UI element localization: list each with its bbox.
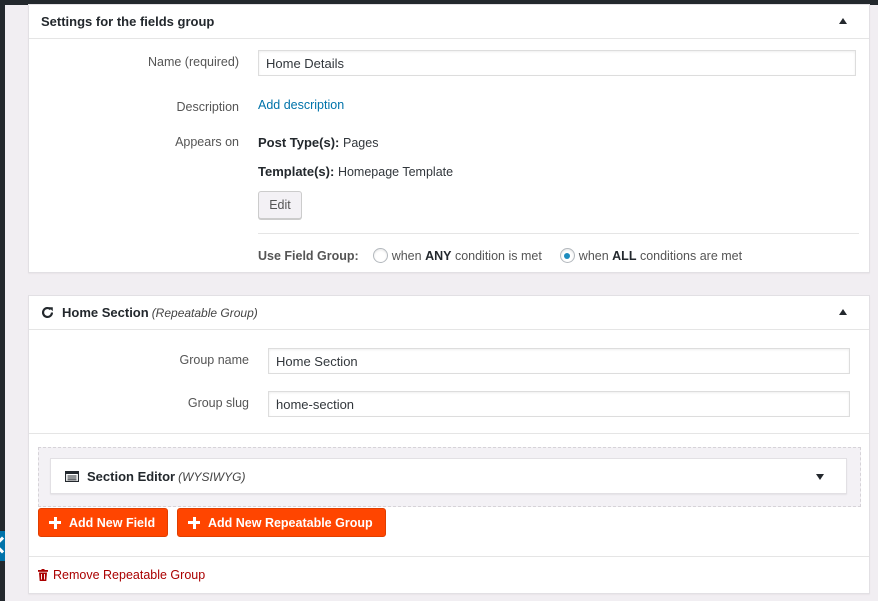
repeatable-box-title: Home Section (Repeatable Group) (62, 305, 258, 320)
use-field-group-label: Use Field Group: (258, 248, 359, 263)
edit-conditions-button[interactable]: Edit (258, 191, 302, 219)
repeatable-box-header[interactable]: Home Section (Repeatable Group) (29, 296, 869, 330)
divider (29, 433, 869, 434)
group-name-label: Group name (179, 353, 249, 367)
divider (29, 556, 869, 557)
radio-all-checked[interactable] (559, 248, 575, 263)
use-field-group-row: Use Field Group: when ANY condition is m… (258, 248, 742, 263)
condition-all-option[interactable]: when ALL conditions are met (559, 248, 743, 263)
add-new-repeatable-group-button[interactable]: Add New Repeatable Group (177, 508, 386, 537)
templates-value: Homepage Template (337, 165, 454, 179)
settings-box-title: Settings for the fields group (41, 14, 215, 29)
group-slug-label: Group slug (187, 396, 249, 410)
plus-icon (49, 516, 61, 529)
add-new-field-button[interactable]: Add New Field (38, 508, 169, 537)
remove-repeatable-group-link[interactable]: Remove Repeatable Group (38, 568, 205, 582)
group-slug-input[interactable] (268, 391, 850, 417)
templates-line: Template(s): Homepage Template (258, 164, 453, 179)
plus-icon (188, 516, 200, 529)
name-label: Name (required) (147, 55, 239, 69)
add-new-field-label: Add New Field (69, 515, 156, 530)
post-types-value: Pages (343, 136, 379, 150)
collapse-menu-toggle[interactable] (0, 531, 5, 561)
radio-any[interactable] (372, 248, 388, 263)
trash-icon (38, 569, 48, 581)
wysiwyg-icon (65, 470, 79, 482)
add-description-link[interactable]: Add description (258, 98, 344, 112)
field-title: Section Editor (WYSIWYG) (87, 468, 246, 484)
remove-repeatable-group-label: Remove Repeatable Group (53, 568, 206, 582)
group-name-input[interactable] (268, 348, 850, 374)
settings-fields-group-box: Settings for the fields group Name (requ… (28, 4, 870, 273)
settings-box-header[interactable]: Settings for the fields group (29, 5, 869, 39)
refresh-icon (41, 306, 54, 318)
admin-sidebar-edge (0, 0, 5, 601)
expand-arrow-down-icon[interactable] (816, 474, 824, 480)
name-input[interactable] (258, 50, 856, 76)
repeatable-group-box: Home Section (Repeatable Group) Group nam… (28, 295, 870, 594)
collapse-arrow-up-icon[interactable] (839, 18, 847, 24)
post-types-line: Post Type(s): Pages (258, 135, 378, 150)
fields-drop-area: Section Editor (WYSIWYG) (38, 447, 861, 507)
condition-any-label: when ANY condition is met (391, 248, 542, 263)
divider (258, 233, 859, 234)
field-item-section-editor[interactable]: Section Editor (WYSIWYG) (50, 458, 847, 494)
templates-label: Template(s): (258, 164, 335, 179)
collapse-arrow-up-icon[interactable] (839, 309, 847, 315)
description-label: Description (176, 100, 239, 114)
condition-all-label: when ALL conditions are met (578, 248, 743, 263)
appears-on-label: Appears on (175, 135, 239, 149)
condition-any-option[interactable]: when ANY condition is met (372, 248, 542, 263)
post-types-label: Post Type(s): (258, 135, 340, 150)
add-new-repeatable-group-label: Add New Repeatable Group (208, 515, 373, 530)
